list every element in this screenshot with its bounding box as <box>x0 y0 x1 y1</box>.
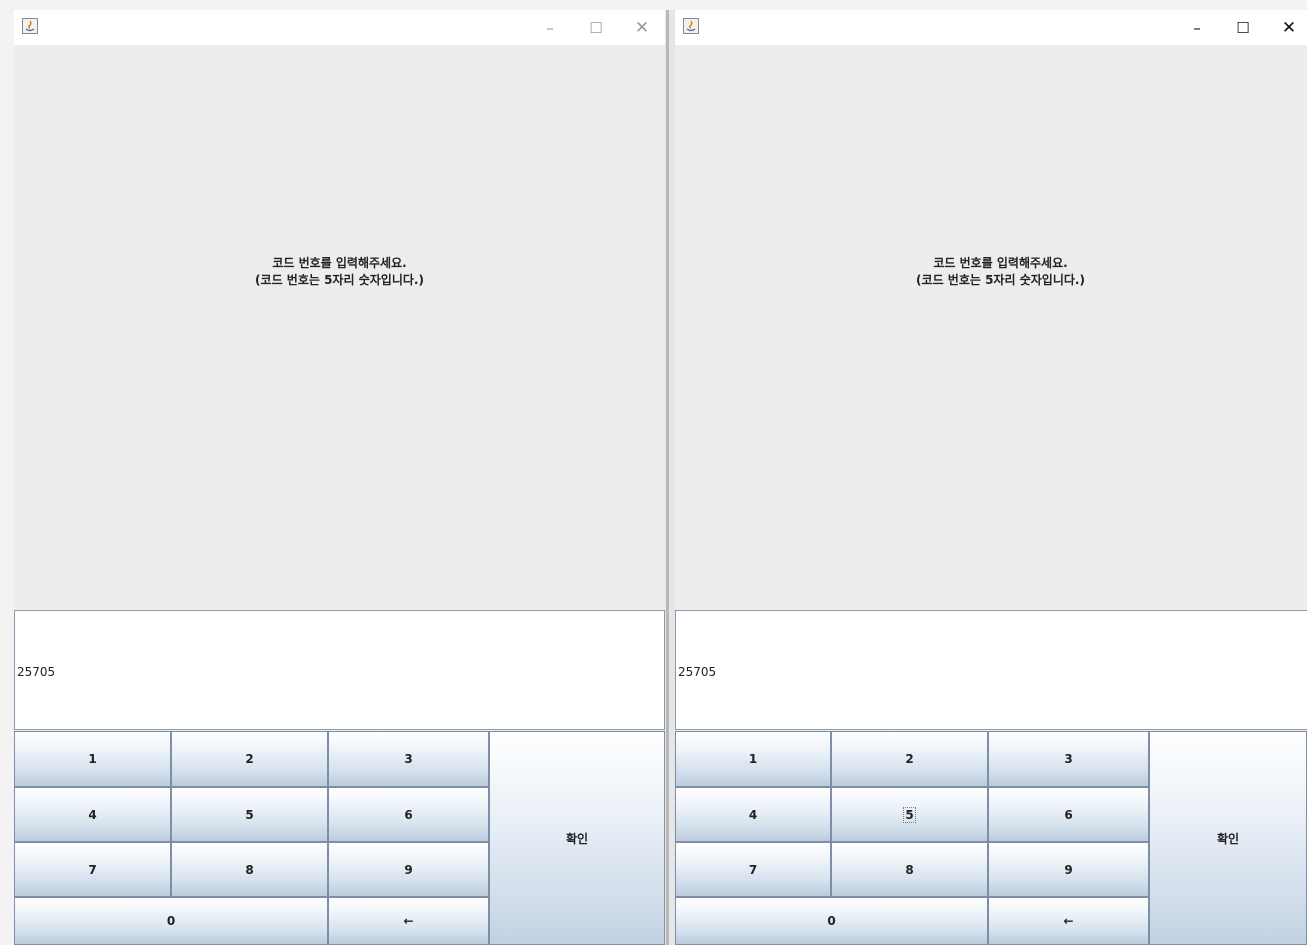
minimize-icon[interactable]: – <box>1174 10 1220 45</box>
number-keypad: 1 2 3 4 5 6 7 8 9 0 ← 확인 <box>675 731 1307 945</box>
instruction-line-2: (코드 번호는 5자리 숫자입니다.) <box>255 273 424 287</box>
key-2-button[interactable]: 2 <box>831 731 988 787</box>
key-6-button[interactable]: 6 <box>988 787 1149 842</box>
backspace-button[interactable]: ← <box>328 897 489 945</box>
instruction-line-1: 코드 번호를 입력해주세요. <box>933 256 1068 270</box>
confirm-button[interactable]: 확인 <box>489 731 665 945</box>
instruction-line-2: (코드 번호는 5자리 숫자입니다.) <box>916 273 1085 287</box>
key-5-button[interactable]: 5 <box>171 787 328 842</box>
key-3-button[interactable]: 3 <box>328 731 489 787</box>
close-icon[interactable]: ✕ <box>619 10 665 45</box>
key-2-button[interactable]: 2 <box>171 731 328 787</box>
key-6-button[interactable]: 6 <box>328 787 489 842</box>
key-5-button[interactable]: 5 <box>831 787 988 842</box>
key-0-button[interactable]: 0 <box>675 897 988 945</box>
key-7-button[interactable]: 7 <box>14 842 171 897</box>
java-app-icon <box>22 18 38 34</box>
instruction-line-1: 코드 번호를 입력해주세요. <box>272 256 407 270</box>
key-7-button[interactable]: 7 <box>675 842 831 897</box>
key-8-button[interactable]: 8 <box>831 842 988 897</box>
key-3-button[interactable]: 3 <box>988 731 1149 787</box>
maximize-icon[interactable]: ☐ <box>1220 10 1266 45</box>
close-icon[interactable]: ✕ <box>1266 10 1307 45</box>
key-1-button[interactable]: 1 <box>675 731 831 787</box>
key-8-button[interactable]: 8 <box>171 842 328 897</box>
key-0-button[interactable]: 0 <box>14 897 328 945</box>
background-window-edge <box>666 10 669 945</box>
title-bar[interactable]: – ☐ ✕ <box>675 10 1307 45</box>
keypad-window-right: – ☐ ✕ 코드 번호를 입력해주세요. (코드 번호는 5자리 숫자입니다.)… <box>675 10 1307 945</box>
keypad-window-left: – ☐ ✕ 코드 번호를 입력해주세요. (코드 번호는 5자리 숫자입니다.)… <box>14 10 665 945</box>
backspace-button[interactable]: ← <box>988 897 1149 945</box>
code-input-field[interactable]: 25705 <box>675 610 1307 730</box>
key-4-button[interactable]: 4 <box>14 787 171 842</box>
confirm-button[interactable]: 확인 <box>1149 731 1307 945</box>
message-panel: 코드 번호를 입력해주세요. (코드 번호는 5자리 숫자입니다.) <box>14 45 665 610</box>
code-input-value: 25705 <box>678 665 717 679</box>
minimize-icon[interactable]: – <box>527 10 573 45</box>
code-input-value: 25705 <box>17 665 56 679</box>
number-keypad: 1 2 3 4 5 6 7 8 9 0 ← 확인 <box>14 731 665 945</box>
code-input-field[interactable]: 25705 <box>14 610 665 730</box>
key-9-button[interactable]: 9 <box>988 842 1149 897</box>
key-9-button[interactable]: 9 <box>328 842 489 897</box>
key-1-button[interactable]: 1 <box>14 731 171 787</box>
java-app-icon <box>683 18 699 34</box>
instruction-text: 코드 번호를 입력해주세요. (코드 번호는 5자리 숫자입니다.) <box>14 255 665 289</box>
message-panel: 코드 번호를 입력해주세요. (코드 번호는 5자리 숫자입니다.) <box>675 45 1307 610</box>
key-5-label: 5 <box>903 806 916 823</box>
instruction-text: 코드 번호를 입력해주세요. (코드 번호는 5자리 숫자입니다.) <box>675 255 1307 289</box>
key-4-button[interactable]: 4 <box>675 787 831 842</box>
maximize-icon[interactable]: ☐ <box>573 10 619 45</box>
title-bar[interactable]: – ☐ ✕ <box>14 10 665 45</box>
